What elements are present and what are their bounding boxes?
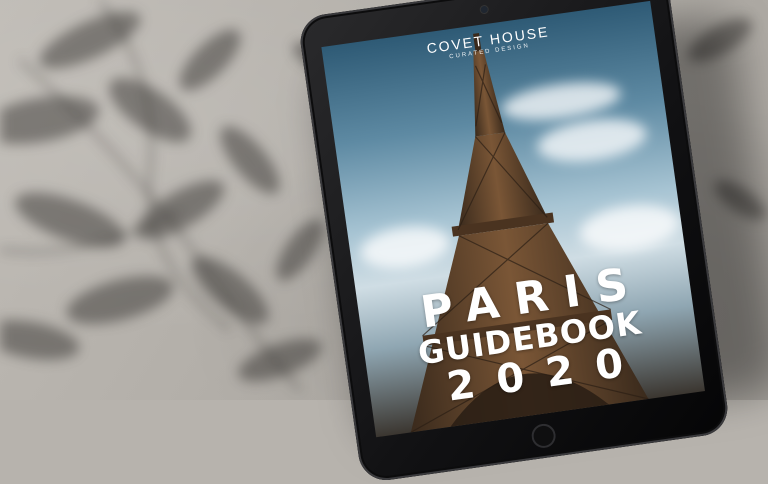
tablet-device: COVET HOUSE CURATED DESIGN PARIS GUIDEBO… <box>297 0 731 484</box>
ebook-cover: COVET HOUSE CURATED DESIGN PARIS GUIDEBO… <box>321 0 705 438</box>
